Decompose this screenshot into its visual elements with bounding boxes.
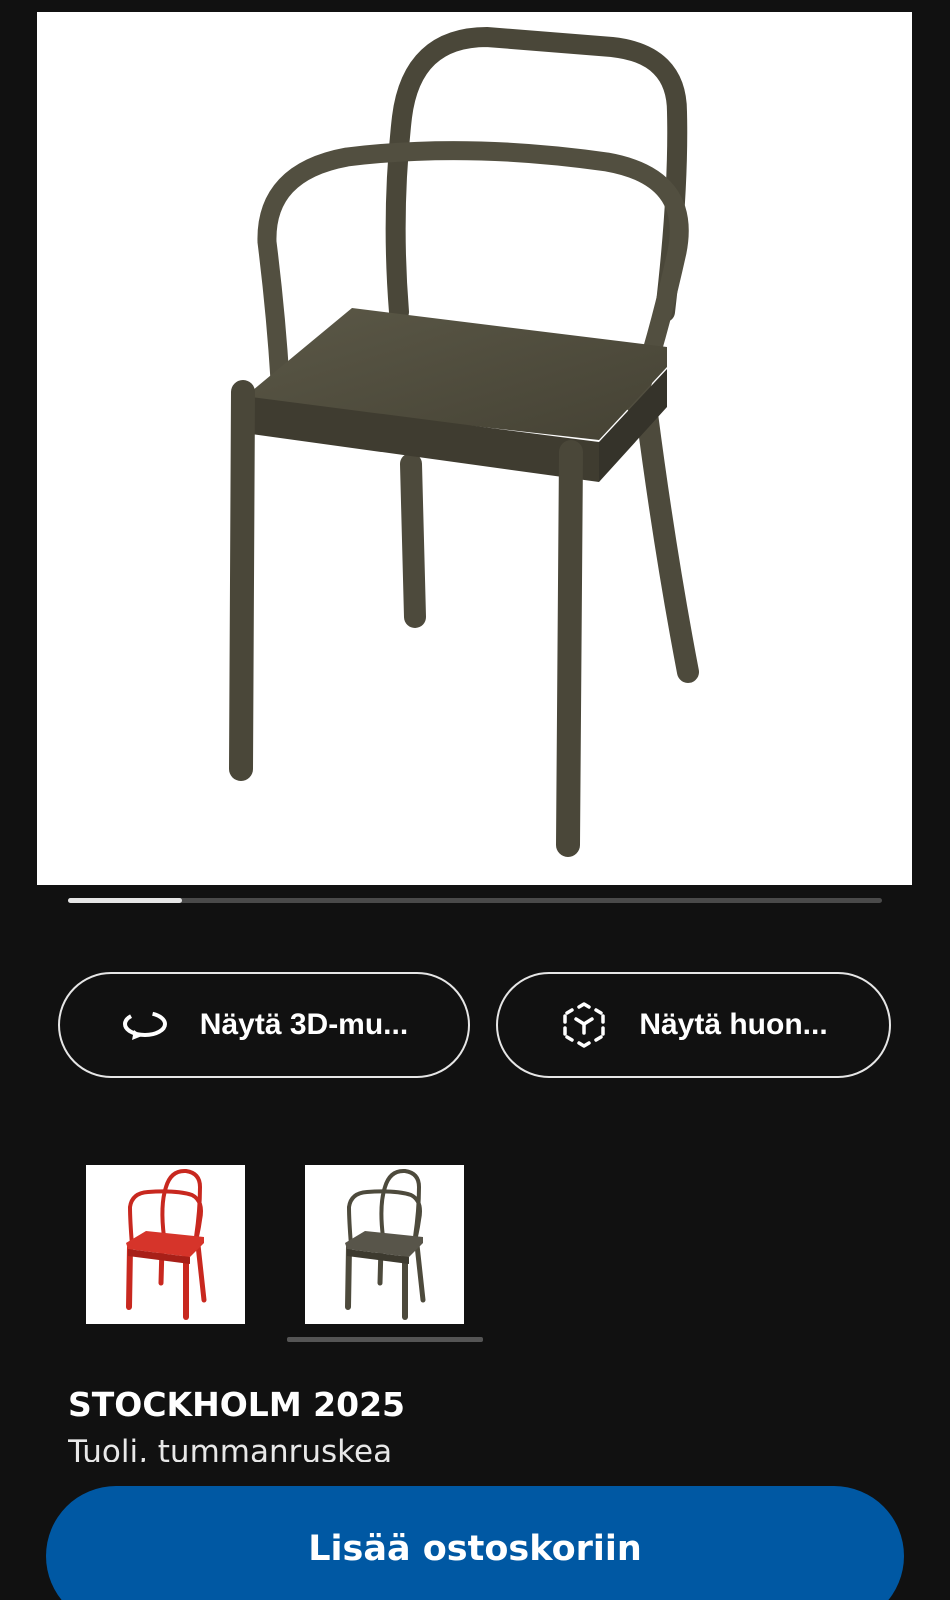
chair-image xyxy=(229,26,699,857)
product-description: Tuoli, tummanruskea xyxy=(68,1434,393,1462)
variant-dark-brown-thumbnail[interactable] xyxy=(305,1165,464,1324)
ar-cube-icon xyxy=(559,1000,609,1050)
product-description-container: Tuoli, tummanruskea xyxy=(68,1432,888,1462)
product-main-image[interactable] xyxy=(37,12,912,885)
view-3d-model-button[interactable]: Näytä 3D-mu... xyxy=(58,972,470,1078)
add-to-cart-button[interactable]: Lisää ostoskoriin xyxy=(46,1486,904,1600)
rotate-3d-icon xyxy=(120,1000,170,1050)
red-chair-image xyxy=(126,1168,207,1320)
selected-variant-indicator xyxy=(287,1337,483,1342)
gallery-progress-track[interactable] xyxy=(68,898,882,903)
brown-chair-image xyxy=(345,1168,426,1320)
view-in-room-button[interactable]: Näytä huon... xyxy=(496,972,891,1078)
add-to-cart-label: Lisää ostoskoriin xyxy=(308,1529,642,1569)
product-name: STOCKHOLM 2025 xyxy=(68,1385,405,1424)
gallery-progress-indicator xyxy=(68,898,182,903)
variant-red-thumbnail[interactable] xyxy=(86,1165,245,1324)
view-3d-model-label: Näytä 3D-mu... xyxy=(199,1008,409,1041)
view-in-room-label: Näytä huon... xyxy=(639,1008,828,1041)
